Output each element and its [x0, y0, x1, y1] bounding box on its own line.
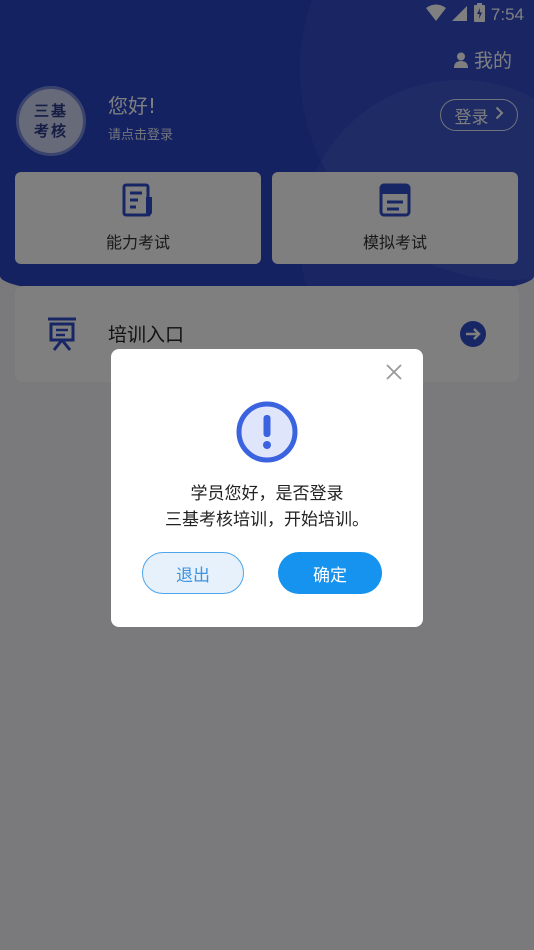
exit-button[interactable]: 退出: [142, 552, 244, 594]
dialog-message: 学员您好，是否登录 三基考核培训，开始培训。: [111, 481, 423, 533]
close-icon[interactable]: [383, 361, 405, 383]
dialog-message-line1: 学员您好，是否登录: [190, 484, 344, 504]
confirm-button[interactable]: 确定: [278, 552, 382, 594]
dialog-message-line2: 三基考核培训，开始培训。: [165, 510, 369, 530]
alert-icon: [236, 401, 298, 467]
login-dialog: 学员您好，是否登录 三基考核培训，开始培训。 退出 确定: [111, 349, 423, 627]
